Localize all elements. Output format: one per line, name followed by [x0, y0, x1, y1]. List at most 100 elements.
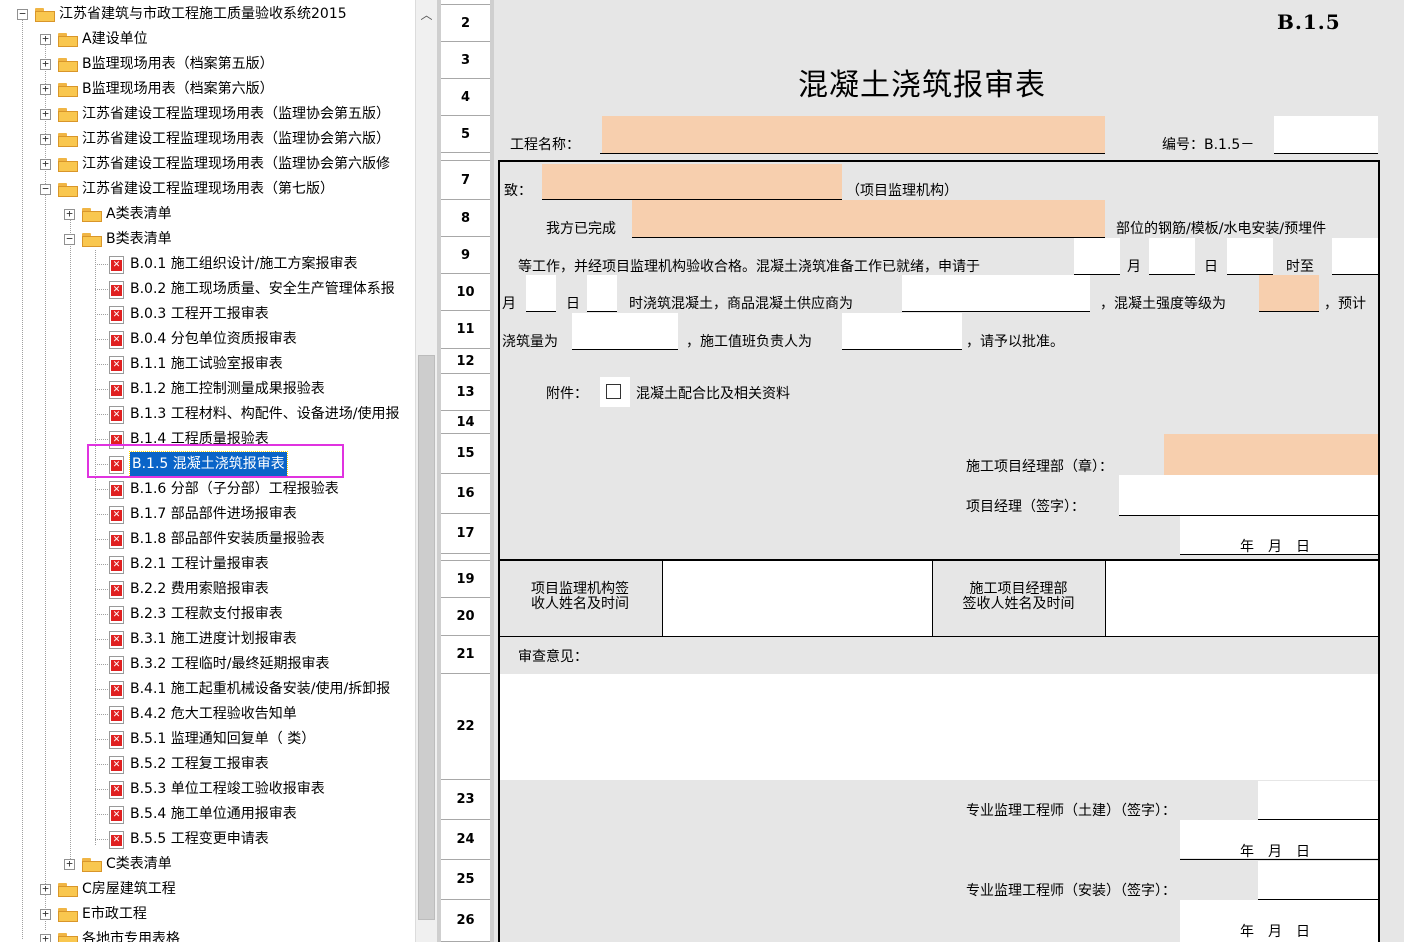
tree-leaf-form[interactable]: ✕ B.3.2 工程临时/最终延期报审表 — [0, 652, 415, 677]
collapse-icon[interactable]: − — [17, 8, 28, 20]
apply-day-field[interactable] — [1227, 238, 1273, 275]
row-header-cell[interactable]: 9 — [441, 237, 490, 274]
tree-leaf-form[interactable]: ✕ B.2.1 工程计量报审表 — [0, 552, 415, 577]
row-header-cell[interactable]: 22 — [441, 674, 490, 780]
foreman-field[interactable] — [842, 313, 962, 350]
tree-node-js-assoc-6[interactable]: + 江苏省建设工程监理现场用表（监理协会第六版） — [0, 127, 415, 152]
tree-leaf-form[interactable]: ✕ B.1.1 施工试验室报审表 — [0, 352, 415, 377]
row-header-cell[interactable]: 7 — [441, 161, 490, 200]
tree-leaf-form[interactable]: ✕ B.5.5 工程变更申请表 — [0, 827, 415, 852]
number-field[interactable] — [1274, 116, 1378, 153]
tree-node-b-supervision-5[interactable]: + B监理现场用表（档案第五版） — [0, 52, 415, 77]
tree-leaf-form[interactable]: ✕ B.1.7 部品部件进场报审表 — [0, 502, 415, 527]
row-header-cell[interactable]: 5 — [441, 116, 490, 153]
contractor-receipt-field[interactable] — [1106, 561, 1378, 636]
row-header-cell[interactable]: 21 — [441, 636, 490, 674]
row-header-cell[interactable]: 14 — [441, 411, 490, 434]
expand-icon[interactable]: + — [64, 858, 75, 870]
tree-leaf-form[interactable]: ✕ B.2.2 费用索赔报审表 — [0, 577, 415, 602]
scroll-up-arrow-icon[interactable]: ︿ — [416, 0, 437, 30]
expand-icon[interactable]: + — [40, 108, 51, 120]
engineer-install-sign-field[interactable] — [1258, 861, 1378, 899]
collapse-icon[interactable]: − — [40, 183, 51, 195]
supervision-receipt-field[interactable] — [663, 561, 932, 636]
supervision-org-field[interactable] — [542, 164, 842, 200]
expand-icon[interactable]: + — [40, 58, 51, 70]
apply-month-field[interactable] — [1149, 238, 1195, 275]
tree-leaf-form[interactable]: ✕ B.2.3 工程款支付报审表 — [0, 602, 415, 627]
tree-node-b-list[interactable]: − B类表清单 — [0, 227, 415, 252]
tree-leaf-form[interactable]: ✕ B.1.8 部品部件安装质量报验表 — [0, 527, 415, 552]
row-header-cell[interactable]: 15 — [441, 434, 490, 474]
tree-leaf-form[interactable]: ✕ B.5.3 单位工程竣工验收报审表 — [0, 777, 415, 802]
row-header-cell[interactable]: 13 — [441, 374, 490, 411]
row-header-cell[interactable]: 12 — [441, 349, 490, 374]
tree-leaf-form[interactable]: ✕ B.5.1 监理通知回复单（ 类） — [0, 727, 415, 752]
tree-leaf-form[interactable]: ✕ B.0.2 施工现场质量、安全生产管理体系报 — [0, 277, 415, 302]
tree-leaf-form[interactable]: ✕ B.3.1 施工进度计划报审表 — [0, 627, 415, 652]
row-header-cell[interactable]: 20 — [441, 598, 490, 636]
tree-leaf-form[interactable]: ✕ B.1.6 分部（子分部）工程报验表 — [0, 477, 415, 502]
apply-hour-field[interactable] — [1332, 238, 1378, 275]
tree-node-city-special[interactable]: + 各地市专用表格 — [0, 927, 415, 942]
tree-leaf-form[interactable]: ✕ B.4.1 施工起重机械设备安装/使用/拆卸报 — [0, 677, 415, 702]
completed-part-field[interactable] — [632, 200, 1105, 238]
expand-icon[interactable]: + — [40, 33, 51, 45]
row-header-cell[interactable]: 11 — [441, 311, 490, 349]
row-header-cell[interactable]: 8 — [441, 200, 490, 237]
row-header-cell[interactable]: 23 — [441, 780, 490, 820]
apply-year-field[interactable] — [1074, 238, 1120, 275]
tree-leaf-form[interactable]: ✕ B.4.2 危大工程验收告知单 — [0, 702, 415, 727]
row-header-cell[interactable] — [441, 554, 490, 561]
row-header-cell[interactable]: 19 — [441, 561, 490, 598]
scroll-thumb[interactable] — [418, 355, 435, 920]
collapse-icon[interactable]: − — [64, 233, 75, 245]
tree-node-c-list[interactable]: + C类表清单 — [0, 852, 415, 877]
tree-node-a-construction[interactable]: + A建设单位 — [0, 27, 415, 52]
tree-node-js-7th[interactable]: − 江苏省建设工程监理现场用表（第七版） — [0, 177, 415, 202]
expand-icon[interactable]: + — [40, 158, 51, 170]
row-header-cell[interactable]: 17 — [441, 514, 490, 554]
expand-icon[interactable]: + — [40, 908, 51, 920]
row-header-cell[interactable]: 16 — [441, 474, 490, 514]
tree-leaf-form[interactable]: ✕ B.5.2 工程复工报审表 — [0, 752, 415, 777]
tree-node-b-supervision-6[interactable]: + B监理现场用表（档案第六版） — [0, 77, 415, 102]
end-day-field[interactable] — [587, 275, 617, 312]
tree-leaf-form[interactable]: ✕ B.1.2 施工控制测量成果报验表 — [0, 377, 415, 402]
tree-node-e-municipal[interactable]: + E市政工程 — [0, 902, 415, 927]
tree-node-c-building[interactable]: + C房屋建筑工程 — [0, 877, 415, 902]
tree-node-js-assoc-5[interactable]: + 江苏省建设工程监理现场用表（监理协会第五版） — [0, 102, 415, 127]
project-name-field[interactable] — [602, 116, 1105, 154]
tree-node-js-assoc-6-rev[interactable]: + 江苏省建设工程监理现场用表（监理协会第六版修 — [0, 152, 415, 177]
row-header-cell[interactable]: 25 — [441, 860, 490, 900]
tree-leaf-form[interactable]: ✕ B.1.3 工程材料、构配件、设备进场/使用报 — [0, 402, 415, 427]
review-opinion-field[interactable] — [500, 674, 1378, 780]
tree-node-a-list[interactable]: + A类表清单 — [0, 202, 415, 227]
dept-seal-field[interactable] — [1164, 434, 1378, 475]
row-header-cell[interactable] — [441, 153, 490, 161]
tree-root[interactable]: − 江苏省建筑与市政工程施工质量验收系统2015 — [0, 2, 415, 27]
strength-grade-field[interactable] — [1259, 275, 1319, 312]
attachment-checkbox[interactable] — [600, 377, 630, 407]
tree-leaf-form[interactable]: ✕ B.0.3 工程开工报审表 — [0, 302, 415, 327]
engineer-civil-sign-field[interactable] — [1258, 781, 1378, 819]
row-header-cell[interactable]: 24 — [441, 820, 490, 860]
expand-icon[interactable]: + — [40, 883, 51, 895]
expand-icon[interactable]: + — [40, 83, 51, 95]
row-header-cell[interactable]: 4 — [441, 79, 490, 116]
expand-icon[interactable]: + — [40, 133, 51, 145]
tree-scrollbar[interactable]: ︿ — [415, 0, 437, 942]
row-header-cell[interactable]: 2 — [441, 5, 490, 42]
tree-leaf-form[interactable]: ✕ B.0.4 分包单位资质报审表 — [0, 327, 415, 352]
end-month-field[interactable] — [526, 275, 556, 312]
volume-field[interactable] — [572, 313, 678, 350]
row-header-cell[interactable]: 26 — [441, 900, 490, 942]
row-header-cell[interactable] — [441, 0, 490, 5]
tree-leaf-form[interactable]: ✕ B.5.4 施工单位通用报审表 — [0, 802, 415, 827]
expand-icon[interactable]: + — [40, 933, 51, 942]
tree-leaf-form[interactable]: ✕ B.0.1 施工组织设计/施工方案报审表 — [0, 252, 415, 277]
row-header-cell[interactable]: 10 — [441, 274, 490, 311]
row-header-cell[interactable]: 3 — [441, 42, 490, 79]
manager-sign-field[interactable] — [1119, 475, 1378, 515]
supplier-field[interactable] — [902, 275, 1090, 312]
